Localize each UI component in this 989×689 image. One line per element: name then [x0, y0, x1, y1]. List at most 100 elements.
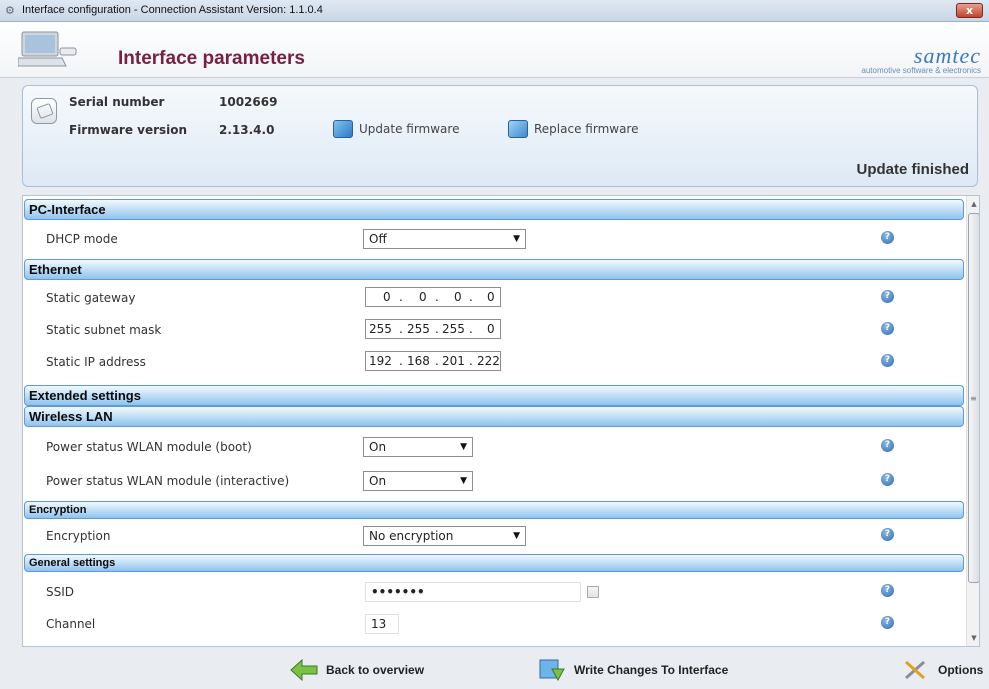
- ip-octet: 168: [407, 354, 430, 368]
- section-wireless-lan[interactable]: Wireless LAN: [24, 406, 964, 427]
- device-info-panel: Serial number 1002669 Firmware version 2…: [22, 85, 978, 187]
- row-ssid: SSID ••••••• ?: [24, 576, 964, 608]
- ip-octet: 0: [454, 290, 462, 304]
- help-icon[interactable]: ?: [881, 439, 894, 452]
- wlan-boot-label: Power status WLAN module (boot): [46, 440, 252, 454]
- chevron-down-icon: ▼: [513, 531, 520, 541]
- grip-icon: ≡: [970, 394, 977, 403]
- channel-input[interactable]: 13: [365, 614, 399, 634]
- static-subnet-mask-label: Static subnet mask: [46, 323, 162, 337]
- row-wlan-interactive: Power status WLAN module (interactive) O…: [24, 465, 964, 497]
- row-channel: Channel 13 ?: [24, 608, 964, 640]
- show-ssid-checkbox[interactable]: [587, 586, 599, 598]
- footer-bar: Back to overview Write Changes To Interf…: [0, 650, 989, 689]
- help-icon[interactable]: ?: [881, 322, 894, 335]
- wlan-boot-select[interactable]: On ▼: [363, 437, 473, 457]
- ssid-label: SSID: [46, 585, 75, 599]
- tools-icon: [905, 660, 925, 680]
- write-changes-label: Write Changes To Interface: [574, 663, 729, 677]
- update-firmware-icon: [333, 120, 353, 138]
- encryption-value: No encryption: [369, 529, 454, 543]
- scroll-down-icon[interactable]: ▼: [968, 631, 979, 645]
- write-changes-button[interactable]: Write Changes To Interface: [538, 658, 728, 682]
- static-ip-address-input[interactable]: 192. 168. 201. 222: [365, 351, 501, 371]
- help-icon[interactable]: ?: [881, 290, 894, 303]
- replace-firmware-button[interactable]: Replace firmware: [508, 120, 638, 138]
- chevron-down-icon: ▼: [513, 234, 520, 244]
- help-icon[interactable]: ?: [881, 473, 894, 486]
- help-icon[interactable]: ?: [881, 231, 894, 244]
- serial-number-label: Serial number: [69, 95, 165, 109]
- update-status-text: Update finished: [856, 161, 969, 178]
- back-to-overview-button[interactable]: Back to overview: [290, 658, 424, 682]
- dhcp-mode-value: Off: [369, 232, 387, 246]
- chevron-down-icon: ▼: [460, 442, 467, 452]
- section-general-settings[interactable]: General settings: [24, 554, 964, 572]
- row-static-ip-address: Static IP address 192. 168. 201. 222 ?: [24, 346, 964, 378]
- options-label: Options: [938, 663, 984, 677]
- dhcp-mode-label: DHCP mode: [46, 232, 118, 246]
- section-pc-interface[interactable]: PC-Interface: [24, 199, 964, 220]
- section-extended-settings[interactable]: Extended settings: [24, 385, 964, 406]
- row-static-gateway: Static gateway 0. 0. 0. 0 ?: [24, 282, 964, 314]
- help-icon[interactable]: ?: [881, 528, 894, 541]
- write-to-device-icon: [539, 659, 565, 681]
- replace-firmware-icon: [508, 120, 528, 138]
- close-button[interactable]: x: [956, 3, 983, 18]
- ip-octet: 0: [419, 290, 427, 304]
- update-firmware-button[interactable]: Update firmware: [333, 120, 459, 138]
- static-ip-address-label: Static IP address: [46, 355, 146, 369]
- device-icon: [31, 98, 57, 124]
- wlan-interactive-value: On: [369, 474, 387, 488]
- page-title: Interface parameters: [118, 48, 305, 69]
- static-subnet-mask-input[interactable]: 255. 255. 255. 0: [365, 319, 501, 339]
- row-wlan-boot: Power status WLAN module (boot) On ▼ ?: [24, 431, 964, 463]
- update-firmware-label: Update firmware: [359, 122, 460, 136]
- chevron-down-icon: ▼: [460, 476, 467, 486]
- row-static-subnet-mask: Static subnet mask 255. 255. 255. 0 ?: [24, 314, 964, 346]
- logo-brand: samtec: [913, 43, 981, 68]
- firmware-version-label: Firmware version: [69, 123, 188, 137]
- encryption-label: Encryption: [46, 529, 111, 543]
- section-encryption[interactable]: Encryption: [24, 501, 964, 519]
- row-encryption: Encryption No encryption ▼ ?: [24, 520, 964, 552]
- row-dhcp-mode: DHCP mode Off ▼ ?: [24, 223, 964, 255]
- back-to-overview-label: Back to overview: [326, 663, 425, 677]
- samtec-logo: samtec automotive software & electronics: [821, 43, 981, 78]
- app-icon: ⚙: [5, 4, 15, 17]
- ip-octet: 255: [407, 322, 430, 336]
- ip-octet: 201: [442, 354, 465, 368]
- firmware-version-value: 2.13.4.0: [219, 123, 275, 137]
- window-titlebar: ⚙ Interface configuration - Connection A…: [0, 0, 989, 22]
- serial-number-value: 1002669: [219, 95, 278, 109]
- encryption-select[interactable]: No encryption ▼: [363, 526, 526, 546]
- vertical-scrollbar[interactable]: ▲ ≡ ▼: [966, 196, 979, 646]
- wlan-interactive-label: Power status WLAN module (interactive): [46, 474, 290, 488]
- ip-octet: 0: [487, 290, 495, 304]
- ip-octet: 0: [383, 290, 391, 304]
- scroll-up-icon[interactable]: ▲: [968, 197, 979, 211]
- logo-tagline: automotive software & electronics: [861, 66, 981, 75]
- help-icon[interactable]: ?: [881, 584, 894, 597]
- ssid-input[interactable]: •••••••: [365, 582, 581, 602]
- options-button[interactable]: Options: [902, 658, 983, 682]
- page-header: Interface parameters samtec automotive s…: [0, 22, 989, 78]
- dhcp-mode-select[interactable]: Off ▼: [363, 229, 526, 249]
- section-ethernet[interactable]: Ethernet: [24, 259, 964, 280]
- static-gateway-label: Static gateway: [46, 291, 136, 305]
- parameter-list[interactable]: PC-Interface DHCP mode Off ▼ ? Ethernet …: [22, 195, 980, 647]
- wlan-interactive-select[interactable]: On ▼: [363, 471, 473, 491]
- ip-octet: 192: [369, 354, 392, 368]
- channel-label: Channel: [46, 617, 96, 631]
- window-title: Interface configuration - Connection Ass…: [22, 4, 323, 16]
- ip-octet: 255: [442, 322, 465, 336]
- back-arrow-icon: [290, 659, 318, 681]
- help-icon[interactable]: ?: [881, 616, 894, 629]
- ip-octet: 0: [487, 322, 495, 336]
- static-gateway-input[interactable]: 0. 0. 0. 0: [365, 287, 501, 307]
- wlan-boot-value: On: [369, 440, 387, 454]
- help-icon[interactable]: ?: [881, 354, 894, 367]
- replace-firmware-label: Replace firmware: [534, 122, 639, 136]
- ip-octet: 255: [369, 322, 392, 336]
- device-image-icon: [18, 31, 77, 67]
